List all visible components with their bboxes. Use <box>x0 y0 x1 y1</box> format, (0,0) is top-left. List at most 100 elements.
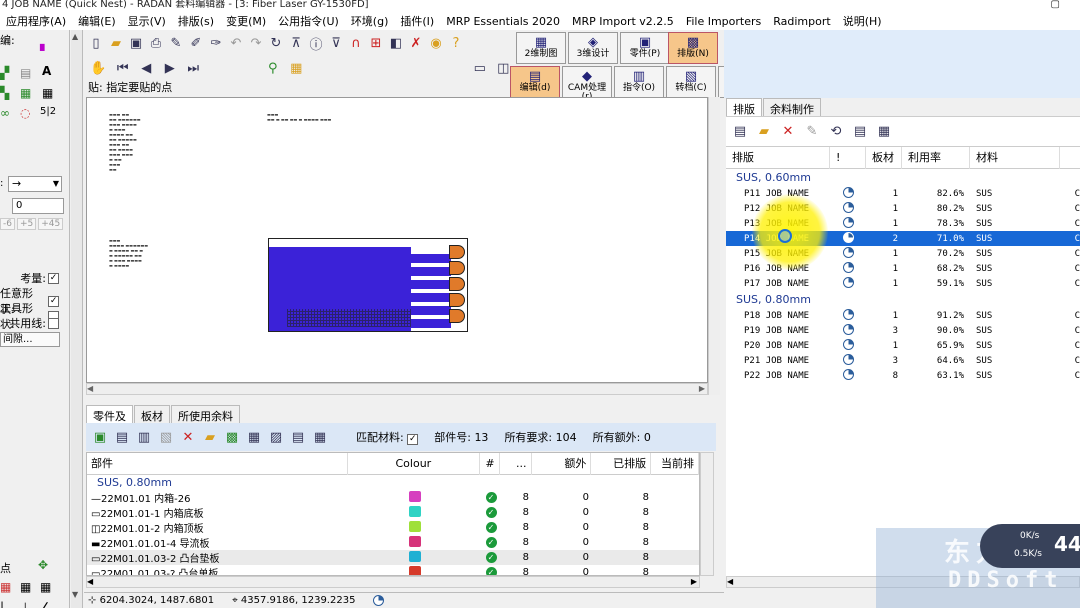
nest-row[interactable]: P17 JOB NAME 1 59.1% SUS C <box>726 276 1080 291</box>
strip-part[interactable] <box>411 253 451 263</box>
filter-icon[interactable]: ⊽ <box>328 36 344 51</box>
pattern-icon[interactable]: ▞ <box>0 66 9 80</box>
grid-fine-icon[interactable]: ▦ <box>40 580 51 594</box>
pen-icon[interactable]: ✎ <box>168 36 184 51</box>
strip-part[interactable] <box>411 305 451 315</box>
angle-icon[interactable]: ∠ <box>40 600 51 608</box>
strip-part[interactable] <box>411 292 451 302</box>
scroll-right-icon[interactable]: ▶ <box>699 384 705 393</box>
help-icon[interactable]: ? <box>448 36 464 51</box>
left-panel-scrollbar[interactable]: ▲ ▼ <box>71 30 83 608</box>
edit-icon[interactable]: ✑ <box>208 36 224 51</box>
view-list-icon[interactable]: ▤ <box>852 124 868 139</box>
check-common-line-box[interactable] <box>48 317 59 329</box>
strip-part[interactable] <box>411 318 451 328</box>
parts-col-2[interactable]: # <box>480 453 500 475</box>
table-row[interactable]: ▬22M01.01.01-4 导流板 ✓ 8 0 8 <box>87 535 699 550</box>
menu-item-11[interactable]: Radimport <box>767 15 836 28</box>
clipboard-icon[interactable]: ▤ <box>20 66 31 80</box>
scroll-left-icon[interactable]: ◀ <box>87 577 93 586</box>
stamp-icon[interactable]: ▘ <box>40 44 49 58</box>
menu-item-1[interactable]: 编辑(E) <box>72 13 122 29</box>
pin-icon[interactable]: ⚲ <box>266 61 280 76</box>
bracket-part[interactable] <box>449 245 465 259</box>
nest-row[interactable]: P13 JOB NAME 1 78.3% SUS C <box>726 216 1080 231</box>
scroll-left-icon[interactable]: ◀ <box>87 384 93 393</box>
import-icon[interactable]: ▥ <box>136 430 152 445</box>
box-icon[interactable]: ◧ <box>388 36 404 51</box>
menu-item-0[interactable]: 应用程序(A) <box>0 13 72 29</box>
edit-nest-icon[interactable]: ✎ <box>804 124 820 139</box>
tab-parts[interactable]: 零件及 <box>86 405 133 423</box>
parts-col-5[interactable]: 已排版 <box>591 453 652 475</box>
grid-icon[interactable]: ▦ <box>20 580 31 594</box>
nest-row[interactable]: P19 JOB NAME 3 90.0% SUS C <box>726 323 1080 338</box>
fence-icon[interactable]: ⊞ <box>368 36 384 51</box>
canvas-hscrollbar[interactable]: ◀ ▶ <box>86 383 708 395</box>
scroll-up-icon[interactable]: ▲ <box>72 32 78 41</box>
parts-col-6[interactable]: 当前排 <box>651 453 699 475</box>
bracket-part[interactable] <box>449 261 465 275</box>
mode-button-5[interactable]: ◆CAM处理(r) <box>562 66 612 102</box>
nest-col-4[interactable]: 材料 <box>970 147 1060 169</box>
next-icon[interactable]: ▶ <box>163 61 177 76</box>
mode-button-1[interactable]: ◈ 3维设计 <box>568 32 618 64</box>
parts-col-1[interactable]: Colour <box>348 453 480 475</box>
parts-col-0[interactable]: 部件 <box>87 453 349 475</box>
match-material-box[interactable]: ✓ <box>407 434 419 445</box>
link-icon[interactable]: ∞ <box>0 106 10 120</box>
menu-item-9[interactable]: MRP Import v2.2.5 <box>566 15 680 28</box>
menu-item-4[interactable]: 变更(M) <box>220 13 272 29</box>
tab-remnant-making[interactable]: 余料制作 <box>763 98 821 116</box>
last-icon[interactable]: ⏭ <box>187 61 201 76</box>
folder-icon[interactable]: ▰ <box>202 430 218 445</box>
redo-icon[interactable]: ↷ <box>248 36 264 51</box>
print-icon[interactable]: ⎙ <box>148 36 164 51</box>
mode-button-7[interactable]: ▧ 转档(C) <box>666 66 716 98</box>
first-icon[interactable]: ⏮ <box>116 61 130 76</box>
strip-part[interactable] <box>411 279 451 289</box>
mode-button-6[interactable]: ▥ 指令(O) <box>614 66 664 98</box>
menu-item-6[interactable]: 环境(g) <box>345 13 395 29</box>
frame-icon[interactable]: ▦ <box>290 61 304 76</box>
text-tool-icon[interactable]: A <box>42 64 51 78</box>
delete-nest-icon[interactable]: ✕ <box>780 124 796 139</box>
line-tool-icon[interactable]: | <box>0 600 4 608</box>
parts-hscrollbar[interactable]: ◀ ▶ <box>86 576 700 588</box>
snap-icon[interactable]: ✥ <box>38 558 48 572</box>
info-icon[interactable]: ⓘ <box>308 34 324 53</box>
tab-nests[interactable]: 排版 <box>726 98 762 116</box>
scroll-left-icon[interactable]: ◀ <box>727 577 733 586</box>
mode-button-3[interactable]: ▩ 排版(N) <box>668 32 718 64</box>
check-consider-box[interactable]: ✓ <box>48 272 59 284</box>
open-folder-icon[interactable]: ▰ <box>108 36 124 51</box>
people-icon[interactable]: ▧ <box>158 430 174 445</box>
step-minus-6[interactable]: -6 <box>0 218 15 230</box>
maximize-icon[interactable]: ▢ <box>1051 0 1060 10</box>
table-row[interactable]: ▭22M01.01.03-2 凸台垫板 ✓ 8 0 8 <box>87 550 699 565</box>
direction-select[interactable]: → ▼ <box>8 176 62 192</box>
mirror-icon[interactable]: ▚ <box>0 86 9 100</box>
menu-item-3[interactable]: 排版(s) <box>172 13 220 29</box>
prev-icon[interactable]: ◀ <box>140 61 154 76</box>
scroll-right-icon[interactable]: ▶ <box>691 577 697 586</box>
grid-copy-icon[interactable]: ▦ <box>20 86 31 100</box>
view-list-icon[interactable]: ▤ <box>290 430 306 445</box>
add-part-icon[interactable]: ▣ <box>92 430 108 445</box>
parts-vscrollbar[interactable] <box>700 452 714 576</box>
table-row[interactable]: —22M01.01 内箱-26 ✓ 8 0 8 <box>87 490 699 505</box>
parts-col-4[interactable]: 额外 <box>532 453 592 475</box>
tab-sheets[interactable]: 板材 <box>134 405 170 423</box>
split-view-icon[interactable]: ◫ <box>497 61 511 76</box>
rotate-nest-icon[interactable]: ⟲ <box>828 124 844 139</box>
nest-col-1[interactable]: ! <box>830 147 866 169</box>
array-icon[interactable]: ▦ <box>42 86 53 100</box>
mode-button-2[interactable]: ▣ 零件(P) <box>620 32 670 64</box>
chart-icon[interactable]: ▨ <box>268 430 284 445</box>
delete-icon[interactable]: ✕ <box>180 430 196 445</box>
view-grid-icon[interactable]: ▦ <box>312 430 328 445</box>
mode-button-4[interactable]: ▤ 编辑(d) <box>510 66 560 98</box>
menu-item-7[interactable]: 插件(I) <box>394 13 440 29</box>
nest-drawing-canvas[interactable]: ▬▬▬ ▬▬ ▬▬ ▬▬▬▬▬▬ ▬▬▬ ▬▬▬▬ ▬ ▬▬▬ ▬▬▬▬ ▬▬ ▬▬ ▬▬… <box>86 97 708 383</box>
open-nest-icon[interactable]: ▰ <box>756 124 772 139</box>
